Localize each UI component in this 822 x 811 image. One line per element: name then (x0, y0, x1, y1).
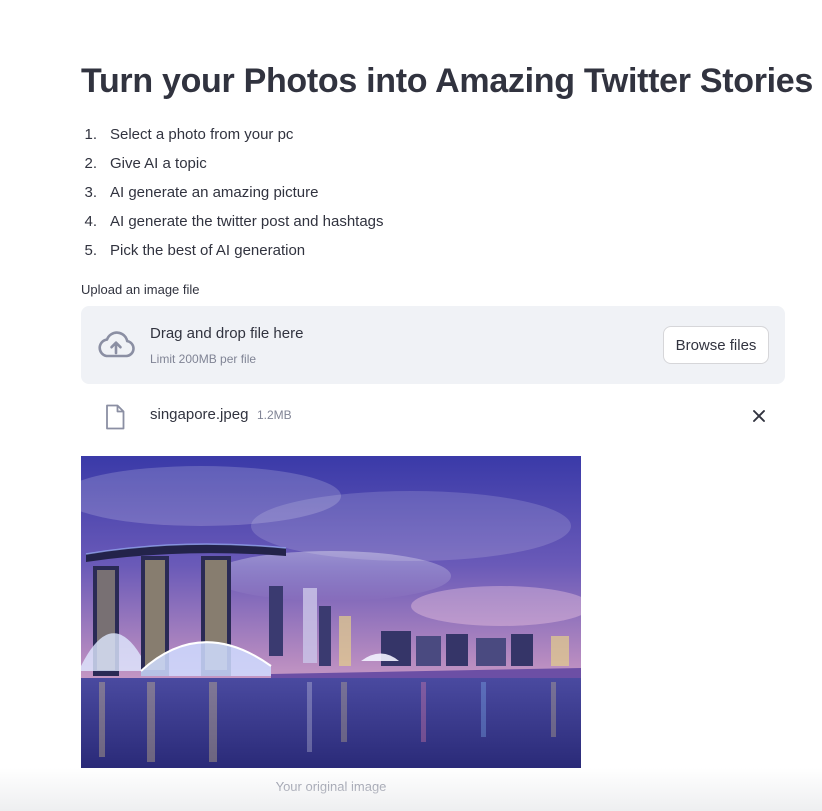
step-number: 1. (84, 126, 97, 143)
file-icon (106, 404, 125, 430)
step-number: 5. (84, 242, 97, 259)
file-size: 1.2MB (257, 408, 292, 422)
cloud-upload-icon (98, 331, 135, 358)
uploaded-file-row: singapore.jpeg 1.2MB (81, 396, 785, 436)
step-text: AI generate an amazing picture (110, 184, 319, 201)
dropzone-limit: Limit 200MB per file (150, 352, 257, 366)
upload-label: Upload an image file (81, 282, 200, 297)
step-text: Give AI a topic (110, 155, 207, 172)
dropzone-instructions: Drag and drop file here (150, 325, 304, 342)
image-caption: Your original image (275, 779, 387, 794)
file-name: singapore.jpeg (150, 406, 249, 423)
step-text: AI generate the twitter post and hashtag… (110, 213, 384, 230)
close-icon[interactable] (749, 404, 769, 428)
step-text: Select a photo from your pc (110, 126, 294, 143)
step-number: 2. (84, 155, 97, 172)
uploaded-image (81, 456, 581, 768)
step-number: 4. (84, 213, 97, 230)
step-text: Pick the best of AI generation (110, 242, 306, 259)
page-title: Turn your Photos into Amazing Twitter St… (81, 62, 813, 100)
step-number: 3. (84, 184, 97, 201)
browse-files-button[interactable]: Browse files (663, 326, 769, 364)
file-dropzone[interactable]: Drag and drop file here Limit 200MB per … (81, 306, 785, 384)
singapore-skyline-image (81, 456, 581, 768)
